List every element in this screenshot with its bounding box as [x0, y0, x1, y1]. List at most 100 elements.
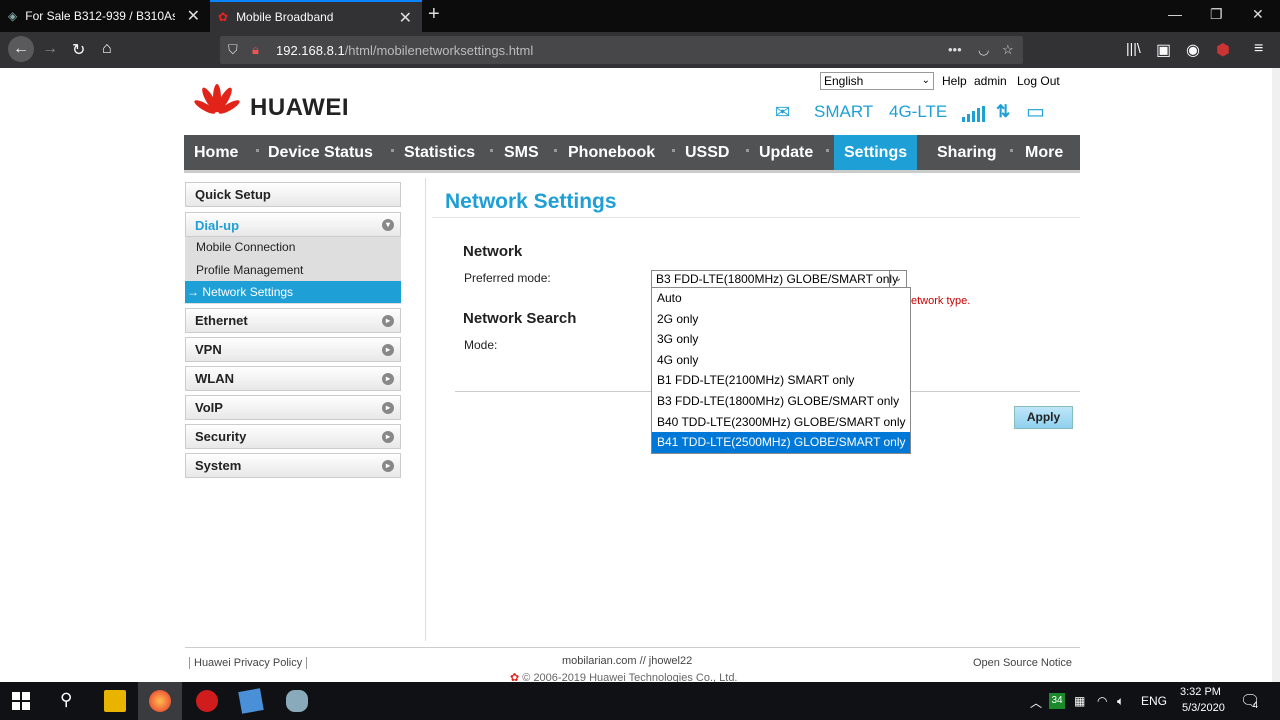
minimize-icon[interactable]: —: [1168, 6, 1182, 22]
logout-link[interactable]: Log Out: [1017, 74, 1060, 88]
insecure-lock-icon[interactable]: 🔒︎: [252, 42, 259, 58]
sidebar-item-label: System: [195, 458, 242, 473]
nav-phonebook[interactable]: Phonebook: [568, 135, 655, 170]
scrollbar[interactable]: [1272, 68, 1280, 682]
nav-sms[interactable]: SMS: [504, 135, 539, 170]
dropdown-option[interactable]: B3 FDD-LTE(1800MHz) GLOBE/SMART only: [652, 391, 910, 412]
tray-badge[interactable]: 34: [1049, 693, 1065, 709]
nav-device-status[interactable]: Device Status: [268, 135, 373, 170]
shield-icon[interactable]: ⛉: [228, 42, 238, 58]
page-title: Network Settings: [445, 190, 617, 213]
ublock-icon[interactable]: ⬢: [1216, 40, 1230, 60]
expand-icon: ▸: [382, 402, 394, 414]
sidebar-toggle-icon[interactable]: ▣: [1156, 40, 1171, 60]
sidebar-item-label: WLAN: [195, 371, 234, 386]
wifi-icon[interactable]: ◠: [1097, 694, 1107, 708]
browser-tab[interactable]: ◈ For Sale B312-939 / B310As-938 ✕: [0, 0, 210, 32]
maximize-icon[interactable]: ❐: [1210, 6, 1223, 23]
new-tab-icon[interactable]: +: [428, 3, 440, 26]
account-icon[interactable]: ◉: [1186, 40, 1200, 60]
back-icon[interactable]: ←: [8, 36, 34, 62]
sidebar-sub-mobile-connection[interactable]: Mobile Connection: [185, 236, 401, 258]
preferred-mode-value: B3 FDD-LTE(1800MHz) GLOBE/SMART only: [656, 272, 899, 286]
input-language[interactable]: ENG: [1141, 694, 1167, 708]
home-icon[interactable]: ⌂: [102, 40, 112, 58]
expand-icon: ▸: [382, 315, 394, 327]
library-icon[interactable]: |||\: [1126, 40, 1141, 56]
apply-button[interactable]: Apply: [1014, 406, 1073, 429]
close-tab-icon[interactable]: ✕: [187, 6, 200, 26]
close-window-icon[interactable]: ✕: [1252, 6, 1264, 23]
sidebar-item-voip[interactable]: VoIP ▸: [185, 395, 401, 420]
clock-date[interactable]: 5/3/2020: [1182, 702, 1225, 714]
volume-icon[interactable]: 🔈︎: [1117, 694, 1124, 709]
sidebar-item-system[interactable]: System ▸: [185, 453, 401, 478]
nav-separator: [554, 149, 557, 152]
divider: [432, 217, 1080, 218]
browser-tab-active[interactable]: ✿ Mobile Broadband ✕: [210, 0, 422, 32]
taskbar-active-app[interactable]: [138, 682, 182, 720]
menu-icon[interactable]: ≡: [1254, 40, 1263, 58]
bookmark-star-icon[interactable]: ☆: [1002, 42, 1014, 58]
chevron-down-icon[interactable]: ⌄: [889, 271, 906, 287]
preferred-mode-label: Preferred mode:: [464, 271, 551, 285]
nav-separator: [672, 149, 675, 152]
pocket-icon[interactable]: ◡: [978, 42, 989, 58]
dropdown-option[interactable]: B40 TDD-LTE(2300MHz) GLOBE/SMART only: [652, 412, 910, 433]
sidebar-item-security[interactable]: Security ▸: [185, 424, 401, 449]
dropdown-option[interactable]: B1 FDD-LTE(2100MHz) SMART only: [652, 370, 910, 391]
search-icon[interactable]: ⚲: [60, 690, 72, 710]
network-tool-icon[interactable]: [286, 690, 308, 712]
copyright: ✿ © 2006-2019 Huawei Technologies Co., L…: [510, 671, 738, 682]
notepad-app-icon[interactable]: [238, 688, 264, 714]
network-type: 4G-LTE: [889, 102, 948, 121]
gaming-app-icon[interactable]: [196, 690, 218, 712]
nav-more[interactable]: More: [1025, 135, 1063, 170]
dropdown-option[interactable]: 4G only: [652, 350, 910, 371]
divider: [425, 178, 426, 641]
sidebar-item-quick-setup[interactable]: Quick Setup: [185, 182, 401, 207]
dropdown-option-highlighted[interactable]: B41 TDD-LTE(2500MHz) GLOBE/SMART only: [652, 432, 910, 453]
language-select[interactable]: English ⌄: [820, 72, 934, 90]
reload-icon[interactable]: ↻: [72, 40, 85, 60]
sidebar-sub-network-settings[interactable]: → Network Settings: [185, 281, 401, 303]
preferred-mode-select[interactable]: B3 FDD-LTE(1800MHz) GLOBE/SMART only ⌄: [651, 270, 907, 288]
close-tab-icon[interactable]: ✕: [399, 8, 412, 28]
sidebar-item-wlan[interactable]: WLAN ▸: [185, 366, 401, 391]
sidebar-item-label: Security: [195, 429, 247, 444]
expand-icon: ▸: [382, 431, 394, 443]
sidebar-item-ethernet[interactable]: Ethernet ▸: [185, 308, 401, 333]
forward-icon[interactable]: →: [42, 40, 58, 58]
data-transfer-icon: ⇅: [996, 102, 1011, 121]
show-hidden-icons-icon[interactable]: ︿: [1030, 694, 1042, 711]
windows-start-icon[interactable]: [12, 692, 30, 710]
page-actions-icon[interactable]: •••: [948, 42, 962, 57]
file-explorer-icon[interactable]: [104, 690, 126, 712]
sidebar-item-vpn[interactable]: VPN ▸: [185, 337, 401, 362]
keyboard-icon[interactable]: ▦: [1074, 694, 1085, 708]
privacy-policy-link[interactable]: Huawei Privacy Policy: [189, 657, 308, 669]
expand-icon: ▸: [382, 460, 394, 472]
user-link[interactable]: admin: [974, 74, 1007, 88]
help-link[interactable]: Help: [942, 74, 967, 88]
mail-icon[interactable]: ✉: [775, 102, 790, 123]
sidebar-item-label: Dial-up: [195, 218, 240, 233]
dropdown-option[interactable]: 3G only: [652, 329, 910, 350]
huawei-favicon-icon: ✿: [218, 10, 229, 24]
preferred-mode-dropdown: Auto 2G only 3G only 4G only B1 FDD-LTE(…: [651, 287, 911, 454]
sidebar-sub-profile-management[interactable]: Profile Management: [185, 259, 401, 281]
nav-update[interactable]: Update: [759, 135, 813, 170]
nav-statistics[interactable]: Statistics: [404, 135, 475, 170]
nav-home[interactable]: Home: [194, 135, 238, 170]
nav-ussd[interactable]: USSD: [685, 135, 729, 170]
dropdown-option[interactable]: Auto: [652, 288, 910, 309]
clock-time[interactable]: 3:32 PM: [1180, 686, 1221, 698]
nav-sharing[interactable]: Sharing: [937, 135, 997, 170]
url-bar[interactable]: ⛉ 🔒︎ 192.168.8.1/html/mobilenetworksetti…: [220, 36, 1023, 64]
network-search-heading: Network Search: [463, 310, 577, 327]
open-source-notice-link[interactable]: Open Source Notice: [973, 657, 1072, 669]
sidebar-item-label: Ethernet: [195, 313, 248, 328]
nav-settings[interactable]: Settings: [834, 135, 918, 170]
sidebar-item-dialup[interactable]: Dial-up ▾: [185, 212, 401, 237]
dropdown-option[interactable]: 2G only: [652, 309, 910, 330]
